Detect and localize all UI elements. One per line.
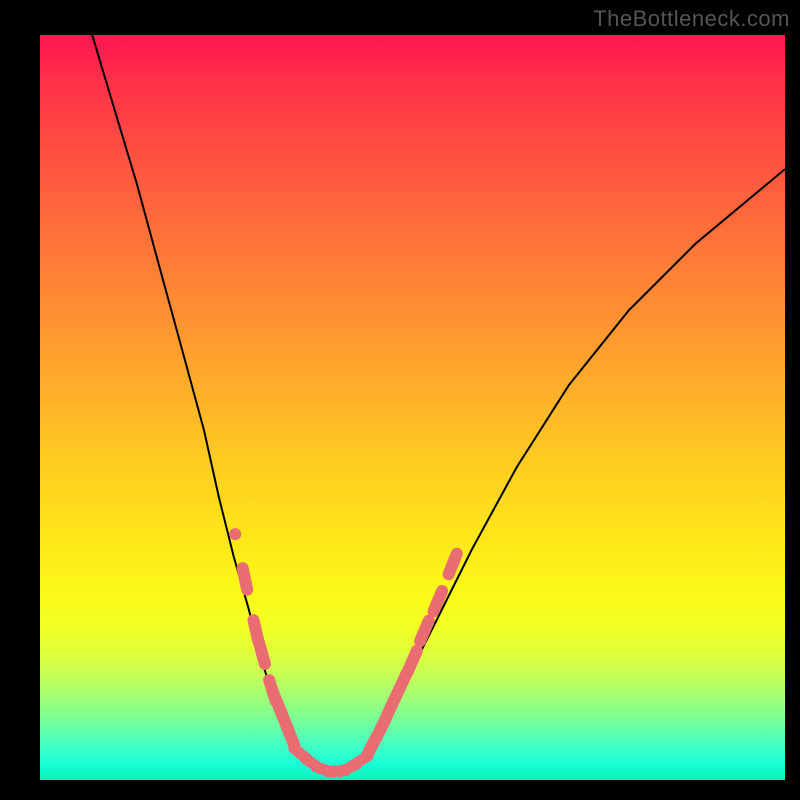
tick-mark <box>286 725 294 745</box>
tick-mark <box>449 554 457 574</box>
curve-right <box>364 169 785 758</box>
tick-mark <box>243 568 248 590</box>
tick-mark <box>376 718 386 738</box>
tick-mark <box>259 643 265 664</box>
curve-ticks <box>229 528 457 772</box>
chart-container: TheBottleneck.com <box>0 0 800 800</box>
tick-mark <box>387 696 396 716</box>
plot-area <box>40 35 785 780</box>
tick-mark <box>434 591 443 611</box>
tick-mark <box>420 621 429 641</box>
tick-dot <box>229 528 241 540</box>
curve-overlay <box>40 35 785 780</box>
watermark-text: TheBottleneck.com <box>593 6 790 32</box>
tick-mark <box>408 651 417 671</box>
